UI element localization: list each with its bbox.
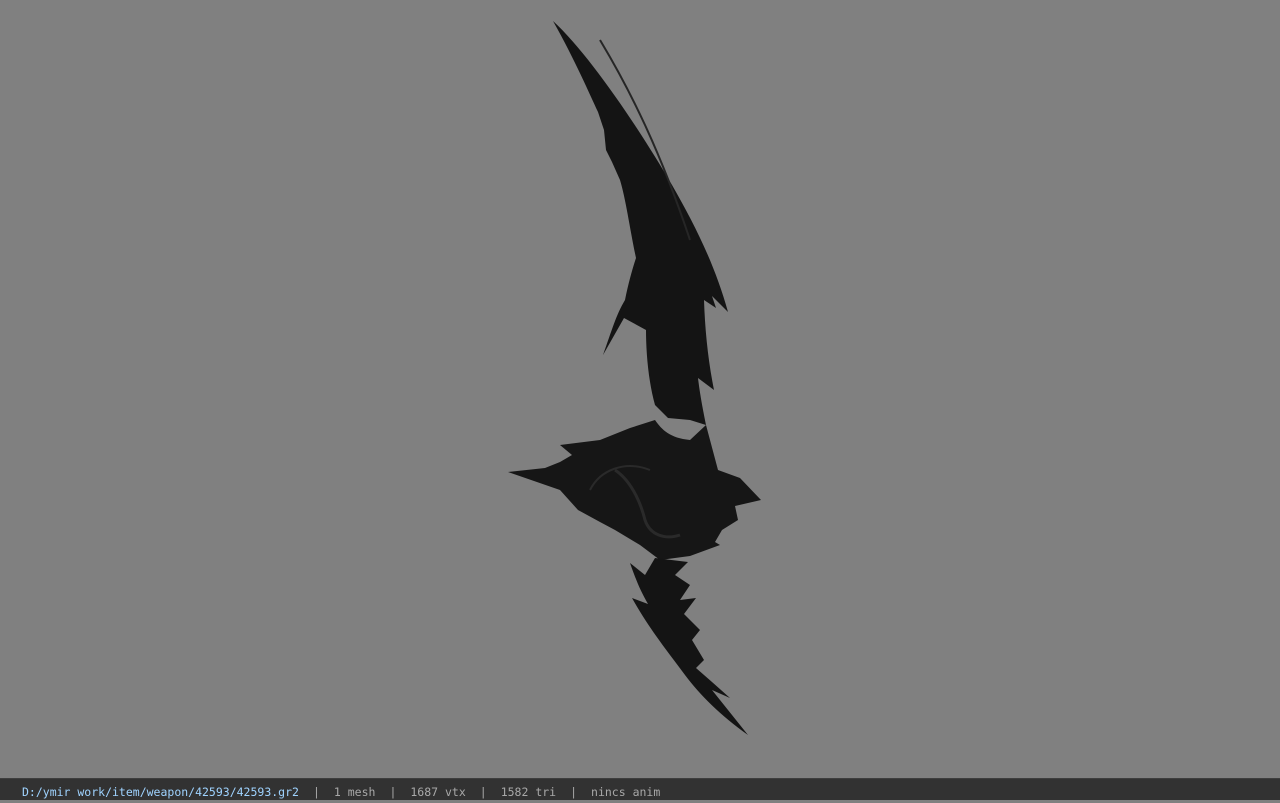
triangle-count: 1582 tri (500, 784, 557, 799)
vertex-count: 1687 vtx (410, 784, 466, 799)
separator: | (479, 784, 487, 799)
upper-blade (553, 21, 728, 425)
separator: | (389, 784, 397, 799)
animation-status: nincs anim (591, 784, 661, 799)
file-path: D:/ymir work/item/weapon/42593/42593.gr2 (22, 784, 299, 799)
weapon-model (508, 21, 761, 735)
3d-viewport[interactable] (0, 0, 1280, 778)
mesh-count: 1 mesh (333, 784, 376, 799)
status-bar: D:/ymir work/item/weapon/42593/42593.gr2… (0, 778, 1280, 800)
separator: | (570, 784, 578, 799)
separator: | (312, 784, 320, 799)
lower-blade (630, 558, 748, 735)
